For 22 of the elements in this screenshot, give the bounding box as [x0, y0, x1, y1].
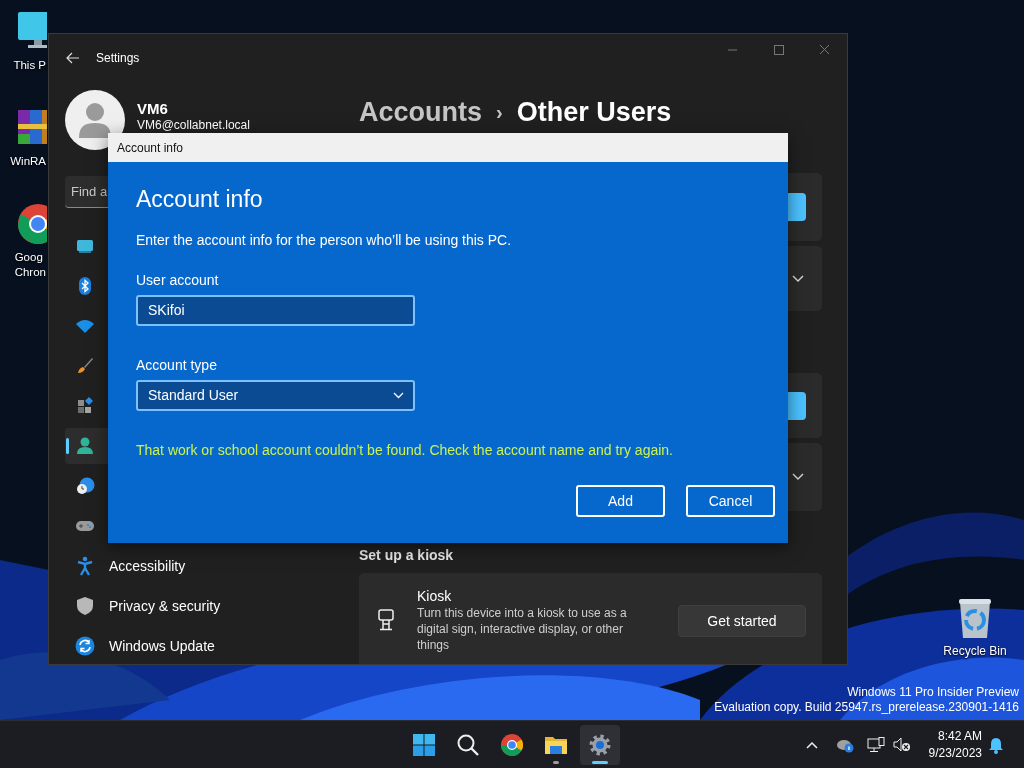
- icon-label: This P: [13, 58, 46, 73]
- section-heading: Set up a kiosk: [359, 546, 455, 565]
- field-label: User account: [136, 271, 220, 289]
- clock-date: 9/23/2023: [927, 745, 982, 762]
- dialog-title: Account info: [108, 133, 788, 162]
- user-name: VM6: [137, 100, 169, 118]
- clock-time: 8:42 AM: [936, 728, 982, 745]
- field-label: Account type: [136, 356, 218, 374]
- error-message: That work or school account couldn’t be found. Check the account name and try again.: [136, 441, 674, 459]
- dialog-heading: Account info: [136, 185, 264, 214]
- user-email: VM6@collabnet.local: [137, 118, 250, 132]
- card-description: Turn this device into a kiosk to use as a digital sign, interactive display, or other things: [417, 605, 628, 653]
- icon-label: WinRA: [10, 154, 46, 169]
- watermark-text: Windows 11 Pro Insider Preview: [846, 685, 1019, 700]
- card-title: Kiosk: [417, 587, 453, 605]
- dialog-description: Enter the account info for the person who’ll be using this PC.: [136, 231, 513, 249]
- watermark-text: Evaluation copy. Build 25947.rs_prerelease.230901-1416: [714, 700, 1019, 715]
- icon-label: Recycle Bin: [943, 644, 1007, 659]
- window-title: Settings: [96, 50, 140, 67]
- page-title: Other Users: [516, 96, 672, 129]
- icon-label: Goog Chron: [14, 250, 46, 280]
- breadcrumb-separator: ›: [496, 100, 503, 125]
